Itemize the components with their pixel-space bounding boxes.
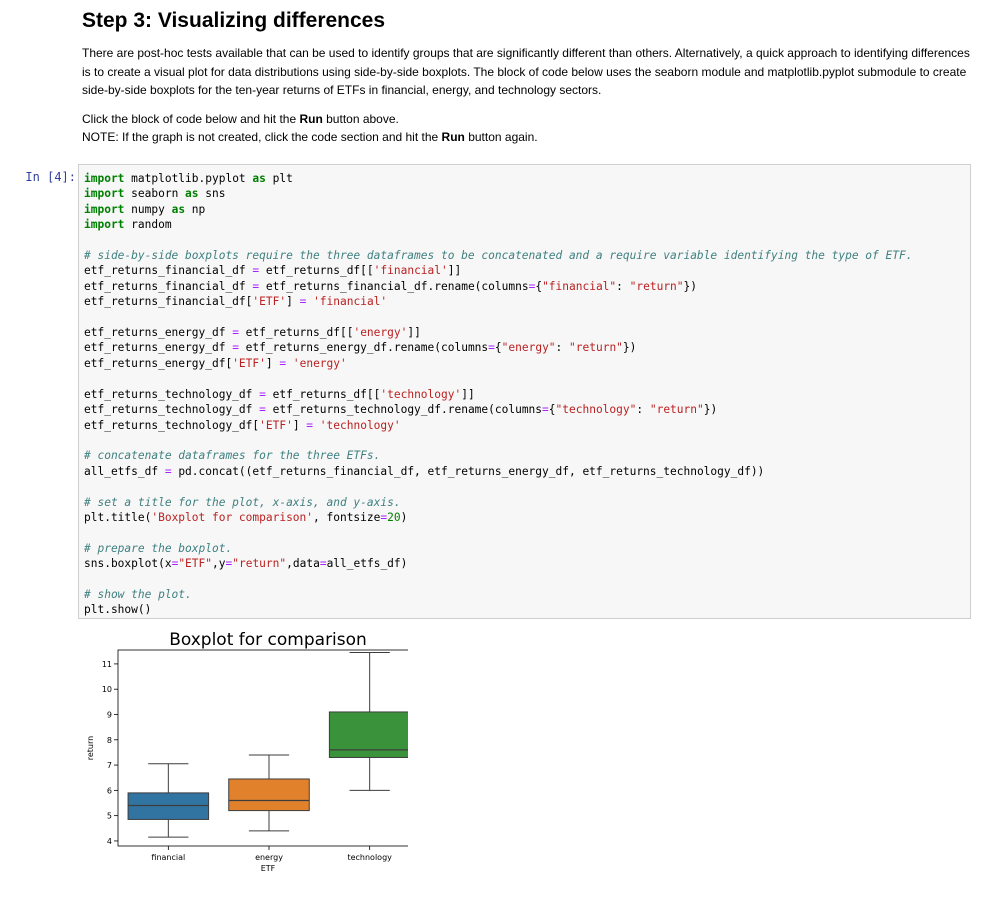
code-line: plt.show() — [84, 603, 152, 617]
y-tick-label: 8 — [107, 736, 112, 745]
y-tick-label: 9 — [107, 710, 112, 719]
y-axis-label: return — [86, 736, 95, 760]
code-line: # concatenate dataframes for the three E… — [84, 449, 381, 463]
x-tick-label: financial — [151, 853, 185, 862]
cell-prompt: In [4]: — [25, 170, 76, 184]
box-body — [228, 778, 310, 812]
code-line: etf_returns_financial_df = etf_returns_d… — [84, 264, 462, 278]
run-instruction: Click the block of code below and hit th… — [82, 112, 399, 126]
code-line: # set a title for the plot, x-axis, and … — [84, 495, 401, 509]
box-energy — [228, 754, 310, 832]
x-axis-label: ETF — [261, 864, 276, 873]
section-heading: Step 3: Visualizing differences — [82, 9, 386, 32]
code-cell[interactable]: import matplotlib.pyplot as plt import s… — [78, 164, 971, 619]
code-line: sns.boxplot(x="ETF",y="return",data=all_… — [84, 557, 408, 571]
code-line: etf_returns_technology_df = etf_returns_… — [84, 403, 718, 417]
x-tick-label: energy — [255, 853, 283, 862]
code-line: etf_returns_energy_df = etf_returns_df[[… — [84, 326, 421, 340]
code-line: etf_returns_technology_df['ETF'] = 'tech… — [84, 418, 401, 432]
y-tick-label: 4 — [107, 837, 112, 846]
box-body — [328, 711, 411, 758]
code-line: import numpy as np — [84, 202, 206, 216]
code-line: etf_returns_energy_df = etf_returns_ener… — [84, 341, 637, 355]
code-line: # prepare the boxplot. — [84, 541, 233, 555]
plot-output: Boxplot for comparison 4 5 6 7 8 9 10 11 financ… — [78, 622, 421, 892]
code-line: # side-by-side boxplots require the thre… — [84, 249, 913, 263]
code-line: # show the plot. — [84, 587, 192, 601]
box-financial — [127, 763, 210, 838]
code-line: etf_returns_financial_df = etf_returns_f… — [84, 279, 698, 293]
y-tick-label: 7 — [107, 761, 112, 770]
y-tick-label: 10 — [102, 685, 112, 694]
y-tick-label: 11 — [102, 660, 112, 669]
code-editor[interactable]: import matplotlib.pyplot as plt import s… — [84, 171, 912, 618]
intro-paragraph: There are post-hoc tests available that … — [82, 46, 970, 97]
y-tick-label: 5 — [107, 812, 112, 821]
code-line: etf_returns_technology_df = etf_returns_… — [84, 387, 475, 401]
box-technology — [328, 652, 411, 791]
code-line: plt.title('Boxplot for comparison', font… — [84, 510, 408, 524]
code-line: etf_returns_energy_df['ETF'] = 'energy' — [84, 356, 347, 370]
chart-title: Boxplot for comparison — [169, 630, 367, 650]
code-line: all_etfs_df = pd.concat((etf_returns_fin… — [84, 464, 765, 478]
code-line: import matplotlib.pyplot as plt — [84, 172, 293, 185]
code-line: import seaborn as sns — [84, 187, 226, 201]
x-tick-label: technology — [347, 853, 392, 862]
code-line: import random — [84, 218, 172, 232]
code-line: etf_returns_financial_df['ETF'] = 'finan… — [84, 295, 388, 309]
boxplot-chart: Boxplot for comparison 4 5 6 7 8 9 10 11 financ… — [86, 630, 421, 873]
box-body — [127, 792, 210, 820]
y-tick-label: 6 — [107, 786, 112, 795]
note-instruction: NOTE: If the graph is not created, click… — [82, 130, 538, 144]
